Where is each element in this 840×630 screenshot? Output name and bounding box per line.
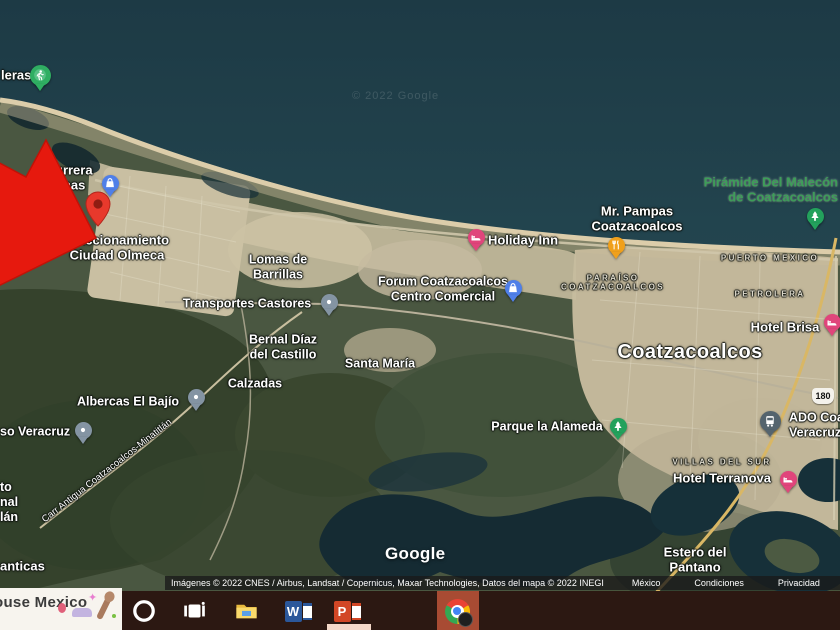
generic-pin-icon[interactable] xyxy=(321,294,338,316)
red-marker-pin-icon[interactable] xyxy=(85,191,111,232)
word-taskbar-icon[interactable]: W xyxy=(282,595,314,627)
window-peek-strip xyxy=(327,624,371,630)
confetti-dot-icon xyxy=(112,614,116,618)
file-explorer-taskbar-icon[interactable] xyxy=(230,595,262,627)
windows-taskbar: WP xyxy=(0,591,840,630)
cortana-taskbar-icon[interactable] xyxy=(128,595,160,627)
restaurant-pin-icon[interactable] xyxy=(608,237,625,259)
attribution-link[interactable]: Condiciones xyxy=(694,578,744,588)
hotel-pin-icon[interactable] xyxy=(468,229,485,251)
hiking-pin-icon[interactable] xyxy=(30,65,51,91)
tree-pin-icon[interactable] xyxy=(807,208,824,230)
wooden-spoon-icon xyxy=(96,596,112,620)
desktop-widget-panel: ouse Mexico ✦ xyxy=(0,588,122,630)
chef-hat-icon xyxy=(72,608,92,617)
generic-pin-icon[interactable] xyxy=(188,389,205,411)
bus-pin-icon[interactable] xyxy=(760,411,781,437)
powerpoint-taskbar-icon[interactable]: P xyxy=(331,595,363,627)
sparkle-icon: ✦ xyxy=(88,591,97,604)
highway-180-shield: 180 xyxy=(812,388,834,404)
attribution-link[interactable]: Privacidad xyxy=(778,578,820,588)
task-view-taskbar-icon[interactable] xyxy=(178,595,210,627)
hotel-pin-icon[interactable] xyxy=(780,471,797,493)
attribution-link[interactable]: México xyxy=(632,578,661,588)
desktop-screen: lerasurreraunasFraccionamientoCiudad Olm… xyxy=(0,0,840,630)
map-attribution-bar: Imágenes © 2022 CNES / Airbus, Landsat /… xyxy=(165,576,840,590)
balloon-icon xyxy=(58,603,66,613)
google-logo[interactable]: Google xyxy=(385,544,445,564)
generic-pin-icon[interactable] xyxy=(75,422,92,444)
tree-pin-icon[interactable] xyxy=(610,418,627,440)
chrome-taskbar-icon[interactable] xyxy=(441,595,473,627)
google-copyright-watermark: © 2022 Google xyxy=(352,90,439,102)
attribution-credits: Imágenes © 2022 CNES / Airbus, Landsat /… xyxy=(171,578,604,588)
hotel-pin-icon[interactable] xyxy=(824,314,840,336)
attribution-links: México Condiciones Privacidad xyxy=(632,578,820,588)
shopping-pin-icon[interactable] xyxy=(505,280,522,302)
